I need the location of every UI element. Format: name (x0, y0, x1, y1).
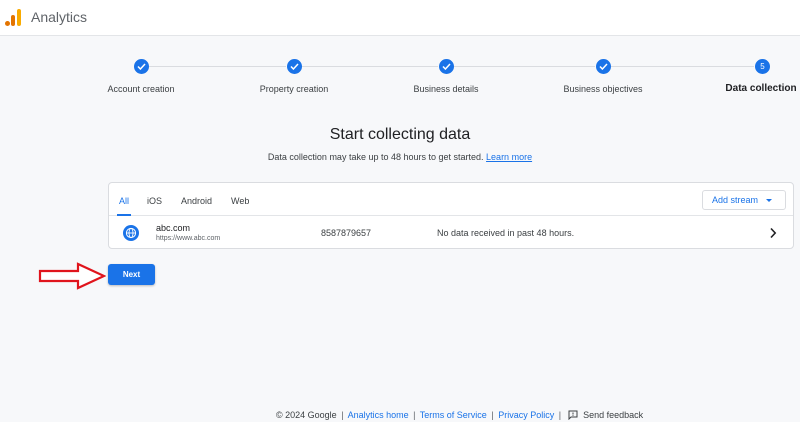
add-stream-label: Add stream (712, 195, 759, 205)
footer-separator: | (341, 410, 344, 420)
step-label-property-creation: Property creation (259, 84, 329, 94)
tab-all[interactable]: All (119, 196, 129, 206)
tab-android[interactable]: Android (181, 196, 212, 206)
check-icon (596, 59, 611, 74)
step-label-business-details: Business details (413, 84, 479, 94)
tab-web[interactable]: Web (231, 196, 249, 206)
dropdown-caret-icon (766, 199, 772, 202)
tab-ios[interactable]: iOS (147, 196, 162, 206)
next-button[interactable]: Next (108, 264, 155, 285)
add-stream-button[interactable]: Add stream (702, 190, 786, 210)
page-subtitle: Data collection may take up to 48 hours … (0, 152, 800, 162)
subtitle-text: Data collection may take up to 48 hours … (267, 152, 484, 162)
footer-separator: | (558, 410, 562, 420)
platform-tabs: All iOS Android Web Add stream (109, 183, 793, 216)
analytics-home-link[interactable]: Analytics home (348, 410, 409, 420)
footer-separator: | (491, 410, 494, 420)
analytics-logo-icon[interactable] (5, 8, 21, 26)
footer-separator: | (413, 410, 416, 420)
top-app-bar: Analytics (0, 0, 800, 36)
step-label-data-collection: Data collection (725, 83, 797, 94)
learn-more-link[interactable]: Learn more (486, 152, 532, 162)
step-label-business-objectives: Business objectives (563, 84, 643, 94)
step-connector (301, 66, 438, 67)
page-title: Start collecting data (329, 126, 471, 143)
feedback-icon (568, 410, 578, 420)
globe-icon (123, 225, 139, 241)
send-feedback-link[interactable]: Send feedback (583, 410, 643, 420)
stream-status: No data received in past 48 hours. (437, 228, 575, 238)
check-icon (439, 59, 454, 74)
footer-copyright: © 2024 Google (276, 410, 337, 420)
app-title[interactable]: Analytics (31, 9, 87, 25)
privacy-policy-link[interactable]: Privacy Policy (498, 410, 554, 420)
stream-row[interactable]: abc.com https://www.abc.com 8587879657 N… (109, 217, 793, 249)
stream-url: https://www.abc.com (156, 235, 221, 242)
step-connector (148, 66, 286, 67)
check-icon (134, 59, 149, 74)
check-icon (287, 59, 302, 74)
step-label-account-creation: Account creation (107, 84, 175, 94)
step-connector (610, 66, 754, 67)
red-arrow-annotation-icon (38, 262, 106, 290)
setup-stepper: Account creation Property creation Busin… (0, 56, 800, 106)
stream-id: 8587879657 (321, 228, 372, 238)
footer: © 2024 Google | Analytics home | Terms o… (276, 410, 643, 420)
data-streams-card: All iOS Android Web Add stream abc.com h… (108, 182, 794, 249)
terms-of-service-link[interactable]: Terms of Service (420, 410, 487, 420)
chevron-right-icon[interactable] (769, 227, 777, 239)
step-number-badge: 5 (755, 59, 770, 74)
active-tab-indicator (117, 214, 131, 216)
step-connector (453, 66, 595, 67)
stream-name: abc.com (156, 223, 191, 233)
